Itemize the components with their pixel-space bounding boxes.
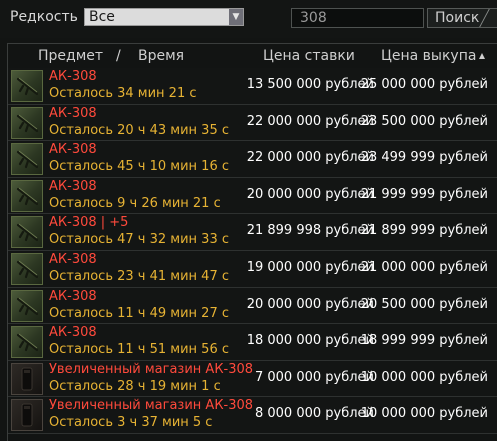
- table-row[interactable]: АК-308 Осталось 34 мин 21 с 13 500 000 руб…: [8, 68, 497, 105]
- column-header-bid[interactable]: Цена ставки: [263, 48, 355, 64]
- magazine-icon: [11, 362, 43, 395]
- bid-price: 13 500 000 рублей: [246, 77, 374, 92]
- bid-price: 20 000 000 рублей: [246, 296, 374, 312]
- bid-price: 20 000 000 рублей: [246, 186, 374, 202]
- magazine-icon: [11, 399, 43, 432]
- item-name: Увеличенный магазин АК-308: [49, 361, 254, 377]
- buyout-price: 21 999 999 рублей: [360, 186, 488, 202]
- item-name: АК-308: [49, 251, 97, 267]
- table-body: АК-308 Осталось 34 мин 21 с 13 500 000 руб…: [8, 68, 497, 434]
- rarity-label: Редкость: [10, 9, 78, 25]
- bid-price: 18 000 000 рублей: [246, 333, 374, 349]
- bid-price: 19 000 000 рублей: [246, 259, 374, 275]
- search-input[interactable]: [291, 8, 424, 28]
- rifle-icon: [11, 179, 43, 212]
- auction-window: Редкость Все ▼ Поиск Предмет / Время Цен…: [0, 0, 497, 441]
- bid-price: 8 000 000 рублей: [254, 406, 374, 422]
- buyout-price: 23 500 000 рублей: [360, 113, 488, 129]
- bid-price: 22 000 000 рублей: [246, 113, 374, 129]
- table-row[interactable]: Увеличенный магазин АК-308 Осталось 3 ч 3…: [8, 397, 497, 434]
- rifle-icon: [11, 289, 43, 322]
- table-row[interactable]: АК-308 Осталось 9 ч 26 мин 21 с 20 000 000…: [8, 177, 497, 215]
- time-left: Осталось 9 ч 26 мин 21 с: [49, 195, 221, 211]
- column-header-separator: /: [116, 48, 121, 64]
- bid-price: 7 000 000 рублей: [254, 369, 374, 385]
- table-row[interactable]: АК-308 Осталось 20 ч 43 мин 35 с 22 000 00…: [8, 104, 497, 142]
- item-name: Увеличенный магазин АК-308: [49, 398, 254, 414]
- buyout-price: 21 000 000 рублей: [360, 259, 488, 275]
- filter-bar: Редкость Все ▼ Поиск: [0, 0, 497, 38]
- time-left: Осталось 28 ч 19 мин 1 с: [49, 378, 221, 394]
- table-row[interactable]: АК-308 Осталось 45 ч 10 мин 16 с 22 000 00…: [8, 141, 497, 178]
- buyout-price: 21 899 999 рублей: [360, 223, 488, 239]
- table-row[interactable]: АК-308 Осталось 23 ч 41 мин 47 с 19 000 00…: [8, 250, 497, 288]
- rifle-icon: [11, 252, 43, 285]
- rifle-icon: [11, 216, 43, 249]
- chevron-down-icon[interactable]: ▼: [229, 9, 243, 25]
- rifle-icon: [11, 70, 43, 102]
- buyout-price: 23 499 999 рублей: [360, 150, 488, 166]
- item-name: АК-308: [49, 142, 97, 158]
- item-name: АК-308: [49, 105, 97, 121]
- rarity-dropdown[interactable]: Все ▼: [84, 8, 244, 26]
- column-header-item[interactable]: Предмет: [38, 48, 103, 64]
- rifle-icon: [11, 106, 43, 139]
- buyout-price: 10 000 000 рублей: [360, 369, 488, 385]
- table-row[interactable]: АК-308 Осталось 11 ч 49 мин 27 с 20 000 00…: [8, 287, 497, 325]
- table-row[interactable]: АК-308 Осталось 11 ч 51 мин 56 с 18 000 00…: [8, 324, 497, 361]
- column-header-time[interactable]: Время: [138, 48, 184, 64]
- time-left: Осталось 11 ч 49 мин 27 с: [49, 305, 229, 321]
- table-row[interactable]: АК-308 | +5 Осталось 47 ч 32 мин 33 с 21 8…: [8, 214, 497, 251]
- time-left: Осталось 11 ч 51 мин 56 с: [49, 342, 229, 358]
- item-name: АК-308: [49, 178, 97, 194]
- time-left: Осталось 3 ч 37 мин 5 с: [49, 415, 213, 431]
- buyout-price: 25 000 000 рублей: [360, 77, 488, 92]
- sort-ascending-icon[interactable]: [479, 53, 485, 59]
- time-left: Осталось 47 ч 32 мин 33 с: [49, 232, 229, 248]
- item-name: АК-308: [49, 325, 97, 341]
- time-left: Осталось 20 ч 43 мин 35 с: [49, 122, 229, 138]
- table-header: Предмет / Время Цена ставки Цена выкупа: [8, 43, 497, 69]
- item-name: АК-308 | +5: [49, 215, 129, 231]
- bid-price: 21 899 998 рублей: [246, 223, 374, 239]
- rifle-icon: [11, 143, 43, 176]
- rarity-selected-value: Все: [89, 9, 115, 25]
- table-row[interactable]: Увеличенный магазин АК-308 Осталось 28 ч …: [8, 360, 497, 398]
- item-name: АК-308: [49, 69, 97, 84]
- time-left: Осталось 23 ч 41 мин 47 с: [49, 268, 229, 284]
- item-name: АК-308: [49, 288, 97, 304]
- time-left: Осталось 45 ч 10 мин 16 с: [49, 159, 229, 175]
- lots-table: Предмет / Время Цена ставки Цена выкупа …: [7, 43, 497, 441]
- time-left: Осталось 34 мин 21 с: [49, 86, 197, 101]
- buyout-price: 20 500 000 рублей: [360, 296, 488, 312]
- bid-price: 22 000 000 рублей: [246, 150, 374, 166]
- column-header-buyout[interactable]: Цена выкупа: [381, 48, 476, 64]
- rifle-icon: [11, 326, 43, 359]
- buyout-price: 10 000 000 рублей: [360, 406, 488, 422]
- buyout-price: 18 999 999 рублей: [360, 333, 488, 349]
